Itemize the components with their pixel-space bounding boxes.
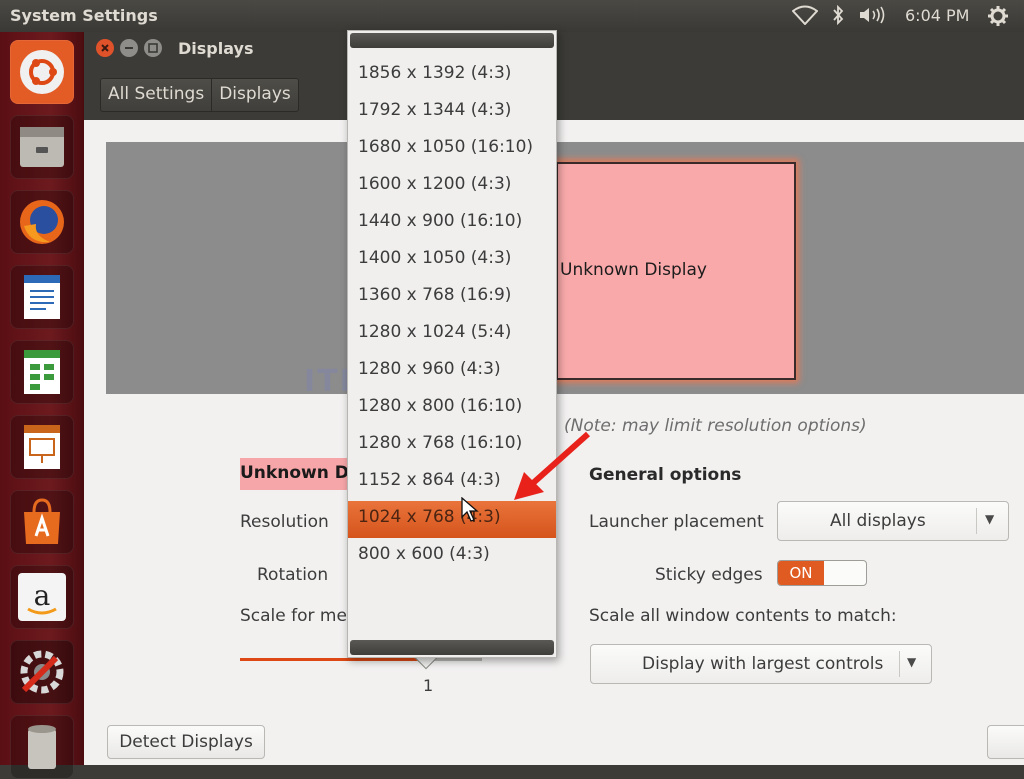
combo-separator (976, 508, 977, 534)
breadcrumb-all-settings[interactable]: All Settings (101, 79, 211, 111)
detect-displays-button[interactable]: Detect Displays (107, 725, 265, 759)
scale-value: 1 (423, 676, 434, 695)
resolution-option-label: 1280 x 768 (16:10) (358, 433, 523, 453)
resolution-dropdown[interactable]: 1856 x 1392 (4:3) 1792 x 1344 (4:3) 1680 x… (347, 30, 557, 658)
scale-slider[interactable] (240, 658, 482, 661)
resolution-option-label: 1024 x 768 (4:3) (358, 507, 501, 527)
monitor-label: Unknown Display (560, 260, 707, 280)
sticky-edges-state: ON (778, 561, 824, 585)
resolution-option[interactable]: 1680 x 1050 (16:10) (348, 131, 556, 168)
scroll-down-button[interactable] (350, 640, 554, 655)
files-icon[interactable] (10, 115, 74, 179)
resolution-option-selected[interactable]: 1024 x 768 (4:3) (348, 501, 556, 538)
software-center-icon[interactable] (10, 490, 74, 554)
resolution-option[interactable]: 1280 x 1024 (5:4) (348, 316, 556, 353)
monitor-box[interactable]: Unknown Display (556, 162, 796, 380)
launcher-placement-value: All displays (830, 511, 926, 531)
amazon-icon[interactable]: a (10, 565, 74, 629)
rotation-label: Rotation (257, 565, 329, 585)
writer-icon[interactable] (10, 265, 74, 329)
clock[interactable]: 6:04 PM (905, 6, 969, 25)
maximize-button[interactable] (144, 39, 162, 57)
resolution-option[interactable]: 1856 x 1392 (4:3) (348, 57, 556, 94)
mouse-cursor-icon (461, 497, 479, 522)
resolution-option-label: 1400 x 1050 (4:3) (358, 248, 512, 268)
scroll-up-button[interactable] (350, 33, 554, 48)
chevron-down-icon: ▼ (985, 512, 995, 526)
gear-icon[interactable] (987, 5, 1009, 31)
scale-all-label: Scale all window contents to match: (589, 606, 897, 626)
resolution-note: (Note: may limit resolution options) (564, 416, 867, 436)
resolution-option[interactable]: 1280 x 960 (4:3) (348, 353, 556, 390)
close-button[interactable] (96, 39, 114, 57)
launcher-placement-label: Launcher placement (589, 512, 764, 532)
scale-slider-fill (240, 658, 429, 661)
chevron-down-icon: ▼ (907, 655, 917, 669)
scale-all-combo[interactable]: Display with largest controls ▼ (590, 644, 932, 684)
firefox-icon[interactable] (10, 190, 74, 254)
calc-icon[interactable] (10, 340, 74, 404)
resolution-option[interactable]: 1400 x 1050 (4:3) (348, 242, 556, 279)
minimize-icon (125, 47, 133, 49)
display-name-heading: Unknown Di (240, 458, 350, 490)
display-arrangement-preview: Unknown Display ITF . . s Blog (106, 142, 1024, 399)
resolution-option[interactable]: 1792 x 1344 (4:3) (348, 94, 556, 131)
resolution-option[interactable]: 1600 x 1200 (4:3) (348, 168, 556, 205)
impress-icon[interactable] (10, 415, 74, 479)
breadcrumb-displays[interactable]: Displays (211, 79, 298, 111)
window-title: Displays (178, 39, 254, 58)
app-title: System Settings (10, 6, 158, 25)
sticky-edges-label: Sticky edges (655, 565, 763, 585)
volume-icon[interactable] (858, 5, 888, 29)
resolution-option-label: 1440 x 900 (16:10) (358, 211, 523, 231)
resolution-option-label: 1600 x 1200 (4:3) (358, 174, 512, 194)
resolution-option-label: 800 x 600 (4:3) (358, 544, 490, 564)
resolution-option-label: 1792 x 1344 (4:3) (358, 100, 512, 120)
resolution-option[interactable]: 1440 x 900 (16:10) (348, 205, 556, 242)
breadcrumb: All Settings Displays (100, 78, 299, 112)
top-panel: System Settings 6:04 PM (0, 0, 1024, 32)
scale-all-value: Display with largest controls (642, 654, 884, 674)
scale-label: Scale for me (240, 606, 347, 626)
apply-button-partial[interactable] (987, 725, 1024, 759)
resolution-option-label: 1680 x 1050 (16:10) (358, 137, 534, 157)
launcher: a (0, 32, 84, 779)
display-name-text: Unknown Di (240, 463, 350, 483)
resolution-option-label: 1280 x 960 (4:3) (358, 359, 501, 379)
resolution-option[interactable]: 800 x 600 (4:3) (348, 538, 556, 575)
resolution-option-label: 1856 x 1392 (4:3) (358, 63, 512, 83)
minimize-button[interactable] (120, 39, 138, 57)
trash-icon[interactable] (10, 715, 74, 779)
sticky-edges-toggle[interactable]: ON (777, 560, 867, 586)
launcher-placement-combo[interactable]: All displays ▼ (777, 501, 1009, 541)
resolution-option-label: 1280 x 800 (16:10) (358, 396, 523, 416)
maximize-icon (148, 43, 158, 53)
wifi-icon[interactable] (791, 5, 819, 29)
resolution-option-label: 1280 x 1024 (5:4) (358, 322, 512, 342)
combo-separator (899, 651, 900, 677)
svg-text:a: a (34, 579, 51, 612)
ubuntu-logo-icon[interactable] (10, 40, 74, 104)
general-options-heading: General options (589, 465, 742, 485)
resolution-option[interactable]: 1360 x 768 (16:9) (348, 279, 556, 316)
resolution-option-label: 1360 x 768 (16:9) (358, 285, 512, 305)
close-icon (101, 44, 109, 52)
resolution-option-label: 1152 x 864 (4:3) (358, 470, 501, 490)
bluetooth-icon[interactable] (832, 4, 844, 29)
resolution-option[interactable]: 1280 x 800 (16:10) (348, 390, 556, 427)
system-settings-icon[interactable] (10, 640, 74, 704)
annotation-arrow-icon (514, 431, 590, 500)
annotation-arrow-shaft (530, 431, 590, 487)
resolution-label: Resolution (240, 512, 329, 532)
